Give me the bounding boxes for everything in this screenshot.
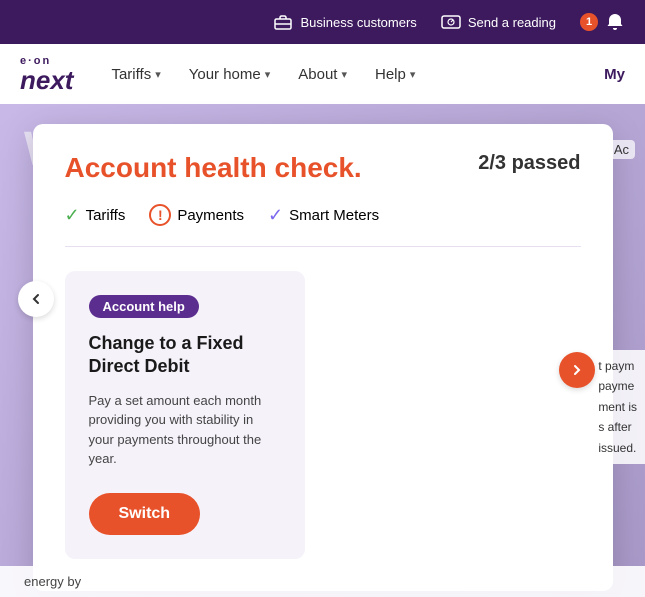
bottom-text: energy by bbox=[24, 574, 81, 589]
check-pass-icon: ✓ bbox=[65, 205, 80, 226]
nav-about[interactable]: About ▾ bbox=[298, 66, 347, 83]
right-payment-text: t paym payme ment is s after issued. bbox=[590, 350, 645, 464]
check-payments-label: Payments bbox=[177, 207, 244, 224]
check-pass2-icon: ✓ bbox=[268, 205, 283, 226]
send-reading-label: Send a reading bbox=[468, 15, 556, 30]
check-smart-meters-label: Smart Meters bbox=[289, 207, 379, 224]
switch-button[interactable]: Switch bbox=[89, 493, 201, 535]
nav-tariffs[interactable]: Tariffs ▾ bbox=[111, 66, 160, 83]
nav-help[interactable]: Help ▾ bbox=[375, 66, 415, 83]
notification-badge: 1 bbox=[580, 13, 598, 31]
bell-icon bbox=[605, 12, 625, 32]
nav-your-home[interactable]: Your home ▾ bbox=[189, 66, 271, 83]
right-payment-1: t paym bbox=[598, 356, 637, 376]
nav-tariffs-label: Tariffs bbox=[111, 66, 151, 83]
logo[interactable]: e·on next bbox=[20, 56, 73, 93]
card-title: Change to a Fixed Direct Debit bbox=[89, 332, 281, 379]
right-payment-4: s after bbox=[598, 417, 637, 437]
chevron-down-icon: ▾ bbox=[410, 68, 416, 81]
right-payment-3: ment is bbox=[598, 397, 637, 417]
nav-your-home-label: Your home bbox=[189, 66, 261, 83]
nav-help-label: Help bbox=[375, 66, 406, 83]
check-payments: ! Payments bbox=[149, 204, 244, 226]
chevron-down-icon: ▾ bbox=[265, 68, 271, 81]
carousel-prev-button[interactable] bbox=[18, 281, 54, 317]
chevron-down-icon: ▾ bbox=[155, 68, 161, 81]
nav-about-label: About bbox=[298, 66, 337, 83]
business-customers-link[interactable]: Business customers bbox=[273, 12, 416, 32]
modal-score: 2/3 passed bbox=[478, 152, 580, 175]
modal-checks: ✓ Tariffs ! Payments ✓ Smart Meters bbox=[65, 204, 581, 247]
warning-icon: ! bbox=[149, 204, 171, 226]
health-check-modal: Account health check. 2/3 passed ✓ Tarif… bbox=[33, 124, 613, 591]
chevron-down-icon: ▾ bbox=[341, 68, 347, 81]
top-bar: Business customers Send a reading 1 bbox=[0, 0, 645, 44]
briefcase-icon bbox=[273, 12, 293, 32]
carousel-next-button[interactable] bbox=[559, 352, 595, 388]
check-tariffs: ✓ Tariffs bbox=[65, 205, 126, 226]
card-tag: Account help bbox=[89, 295, 199, 318]
account-help-card: Account help Change to a Fixed Direct De… bbox=[65, 271, 305, 559]
check-smart-meters: ✓ Smart Meters bbox=[268, 205, 379, 226]
right-payment-5: issued. bbox=[598, 438, 637, 458]
meter-icon bbox=[441, 12, 461, 32]
nav-bar: e·on next Tariffs ▾ Your home ▾ About ▾ … bbox=[0, 44, 645, 104]
right-partial-ac: Ac bbox=[608, 140, 635, 159]
logo-next: next bbox=[20, 67, 73, 93]
modal-overlay: Account health check. 2/3 passed ✓ Tarif… bbox=[0, 104, 645, 597]
right-payment-2: payme bbox=[598, 376, 637, 396]
business-customers-label: Business customers bbox=[300, 15, 416, 30]
modal-title: Account health check. bbox=[65, 152, 362, 184]
send-reading-link[interactable]: Send a reading bbox=[441, 12, 556, 32]
modal-header: Account health check. 2/3 passed bbox=[65, 152, 581, 184]
check-tariffs-label: Tariffs bbox=[86, 207, 126, 224]
notification-button[interactable]: 1 bbox=[580, 12, 625, 32]
card-description: Pay a set amount each month providing yo… bbox=[89, 391, 281, 469]
nav-my[interactable]: My bbox=[604, 66, 625, 83]
bottom-strip: energy by bbox=[0, 566, 645, 597]
